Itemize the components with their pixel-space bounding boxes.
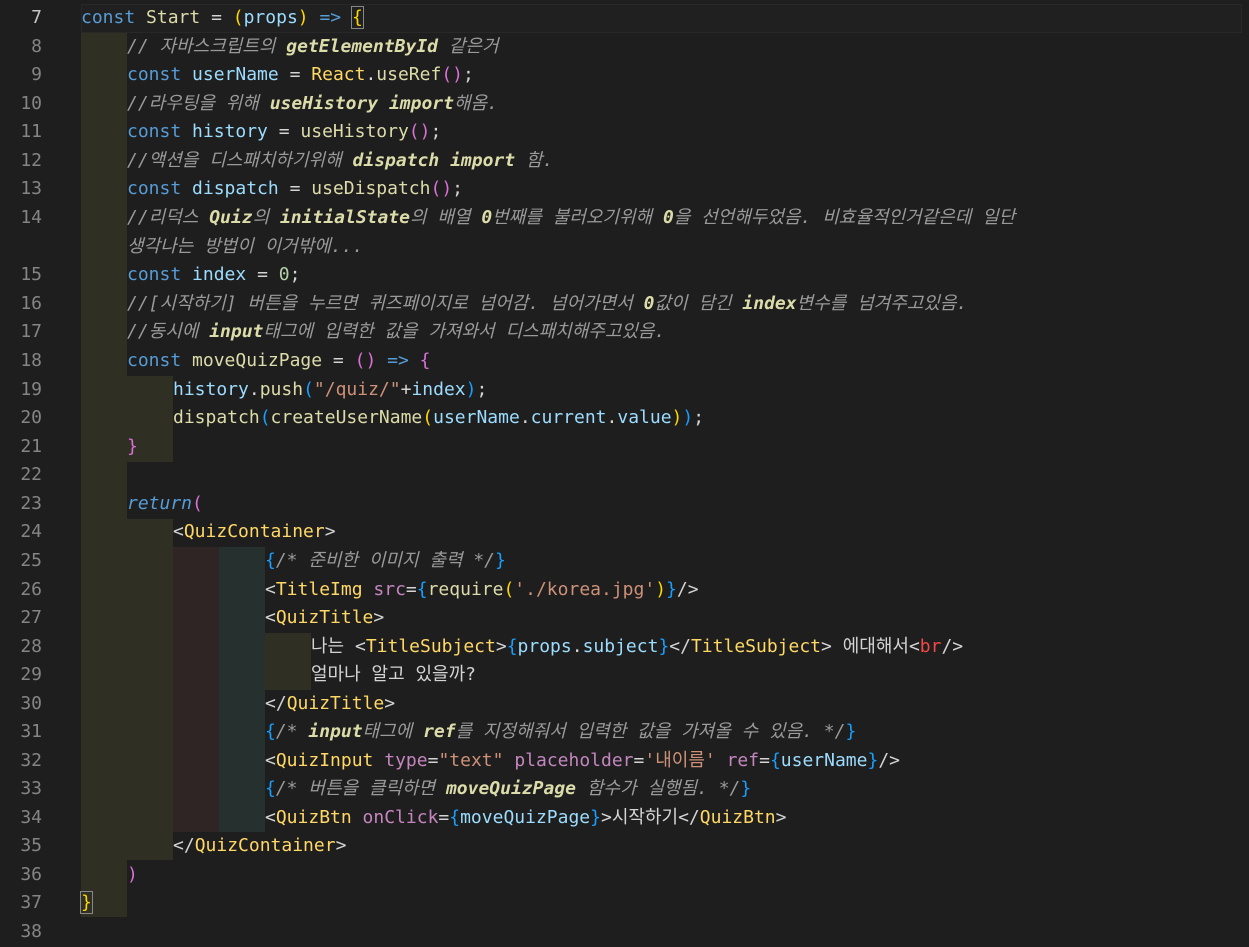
- code-line[interactable]: 10 //라우팅을 위해 useHistory import해옴.: [0, 90, 1249, 119]
- code-text[interactable]: const userName = React.useRef();: [127, 61, 474, 90]
- code-text[interactable]: </QuizContainer>: [173, 832, 346, 861]
- line-number: 18: [20, 350, 42, 371]
- line-number: 36: [20, 864, 42, 885]
- code-text[interactable]: 얼마나 알고 있을까?: [311, 661, 476, 690]
- line-number: 24: [20, 521, 42, 542]
- line-number: 34: [20, 807, 42, 828]
- code-text[interactable]: <QuizContainer>: [173, 518, 336, 547]
- code-line[interactable]: 12 //액션을 디스패치하기위해 dispatch import 함.: [0, 147, 1249, 176]
- line-number: 16: [20, 293, 42, 314]
- code-text[interactable]: //액션을 디스패치하기위해 dispatch import 함.: [127, 147, 553, 176]
- code-line[interactable]: 14 //리덕스 Quiz의 initialState의 배열 0번째를 불러오…: [0, 204, 1249, 233]
- code-text[interactable]: }: [80, 889, 93, 918]
- code-text[interactable]: 나는 <TitleSubject>{props.subject}</TitleS…: [311, 633, 963, 662]
- code-line[interactable]: 7 const Start = (props) => {: [0, 4, 1249, 33]
- line-number: 22: [20, 464, 42, 485]
- code-editor[interactable]: 7 const Start = (props) => { 8 // 자바스크립트…: [0, 0, 1249, 944]
- code-text[interactable]: //동시에 input태그에 입력한 값을 가져와서 디스패치해주고있음.: [127, 318, 665, 347]
- code-line[interactable]: 38: [0, 918, 1249, 947]
- line-number: 38: [20, 921, 42, 942]
- code-line[interactable]: 11 const history = useHistory();: [0, 118, 1249, 147]
- line-number: 17: [20, 321, 42, 342]
- line-number: 15: [20, 264, 42, 285]
- code-line[interactable]: 26 <TitleImg src={require('./korea.jpg')…: [0, 576, 1249, 605]
- line-number: 9: [31, 64, 42, 85]
- code-line[interactable]: 36 ): [0, 861, 1249, 890]
- line-number: 14: [20, 207, 42, 228]
- line-number: 12: [20, 150, 42, 171]
- line-number: 23: [20, 493, 42, 514]
- code-line[interactable]: 30 </QuizTitle>: [0, 690, 1249, 719]
- line-number: 20: [20, 407, 42, 428]
- code-line[interactable]: 33 {/* 버튼을 클릭하면 moveQuizPage 함수가 실행됨. */…: [0, 775, 1249, 804]
- code-text[interactable]: dispatch(createUserName(userName.current…: [173, 404, 704, 433]
- code-text[interactable]: <TitleImg src={require('./korea.jpg')}/>: [265, 576, 699, 605]
- code-line[interactable]: 24 <QuizContainer>: [0, 518, 1249, 547]
- line-number: 7: [31, 7, 42, 28]
- line-number: 32: [20, 750, 42, 771]
- code-line[interactable]: 27 <QuizTitle>: [0, 604, 1249, 633]
- line-number: 13: [20, 178, 42, 199]
- line-number: 33: [20, 778, 42, 799]
- code-line[interactable]: 15 const index = 0;: [0, 261, 1249, 290]
- code-text[interactable]: //[시작하기] 버튼을 누르면 퀴즈페이지로 넘어감. 넘어가면서 0값이 담…: [127, 290, 967, 319]
- code-line[interactable]: 28 나는 <TitleSubject>{props.subject}</Tit…: [0, 633, 1249, 662]
- code-text[interactable]: {/* input태그에 ref를 지정해줘서 입력한 값을 가져올 수 있음.…: [265, 718, 856, 747]
- code-text[interactable]: const index = 0;: [127, 261, 300, 290]
- code-line[interactable]: 34 <QuizBtn onClick={moveQuizPage}>시작하기<…: [0, 804, 1249, 833]
- code-text[interactable]: //리덕스 Quiz의 initialState의 배열 0번째를 불러오기위해…: [127, 204, 1015, 233]
- line-number: 29: [20, 664, 42, 685]
- line-number: 19: [20, 379, 42, 400]
- code-line[interactable]: 8 // 자바스크립트의 getElementById 같은거: [0, 33, 1249, 62]
- code-text[interactable]: <QuizInput type="text" placeholder='내이름'…: [265, 747, 900, 776]
- line-number: 26: [20, 579, 42, 600]
- code-text[interactable]: const Start = (props) => {: [81, 4, 364, 33]
- code-text[interactable]: const history = useHistory();: [127, 118, 441, 147]
- code-line[interactable]: 35 </QuizContainer>: [0, 832, 1249, 861]
- code-text[interactable]: history.push("/quiz/"+index);: [173, 376, 487, 405]
- line-number: 21: [20, 436, 42, 457]
- code-text[interactable]: const dispatch = useDispatch();: [127, 175, 463, 204]
- code-text[interactable]: }: [127, 433, 138, 462]
- code-line[interactable]: 25 {/* 준비한 이미지 출력 */}: [0, 547, 1249, 576]
- code-text[interactable]: ): [127, 861, 138, 890]
- code-line[interactable]: 13 const dispatch = useDispatch();: [0, 175, 1249, 204]
- line-number: 25: [20, 550, 42, 571]
- code-text[interactable]: 생각나는 방법이 이거밖에...: [127, 233, 363, 262]
- code-line[interactable]: 23 return(: [0, 490, 1249, 519]
- code-line[interactable]: 37 }: [0, 889, 1249, 918]
- code-text[interactable]: <QuizTitle>: [265, 604, 384, 633]
- code-line[interactable]: 20 dispatch(createUserName(userName.curr…: [0, 404, 1249, 433]
- code-text[interactable]: <QuizBtn onClick={moveQuizPage}>시작하기</Qu…: [265, 804, 786, 833]
- line-number: 37: [20, 892, 42, 913]
- code-text[interactable]: return(: [127, 490, 203, 519]
- code-line-wrapped[interactable]: 생각나는 방법이 이거밖에...: [0, 233, 1249, 262]
- code-line[interactable]: 32 <QuizInput type="text" placeholder='내…: [0, 747, 1249, 776]
- line-number: 11: [20, 121, 42, 142]
- code-text[interactable]: const moveQuizPage = () => {: [127, 347, 431, 376]
- code-text[interactable]: //라우팅을 위해 useHistory import해옴.: [127, 90, 498, 119]
- code-text[interactable]: {/* 버튼을 클릭하면 moveQuizPage 함수가 실행됨. */}: [265, 775, 751, 804]
- code-line[interactable]: 18 const moveQuizPage = () => {: [0, 347, 1249, 376]
- code-line[interactable]: 31 {/* input태그에 ref를 지정해줘서 입력한 값을 가져올 수 …: [0, 718, 1249, 747]
- line-number: 27: [20, 607, 42, 628]
- code-line[interactable]: 21 }: [0, 433, 1249, 462]
- code-line[interactable]: 16 //[시작하기] 버튼을 누르면 퀴즈페이지로 넘어감. 넘어가면서 0값…: [0, 290, 1249, 319]
- code-text[interactable]: </QuizTitle>: [265, 690, 395, 719]
- code-text[interactable]: // 자바스크립트의 getElementById 같은거: [127, 33, 499, 62]
- line-number: 31: [20, 721, 42, 742]
- code-line[interactable]: 9 const userName = React.useRef();: [0, 61, 1249, 90]
- line-number: 35: [20, 835, 42, 856]
- code-line[interactable]: 22: [0, 461, 1249, 490]
- code-line[interactable]: 19 history.push("/quiz/"+index);: [0, 376, 1249, 405]
- line-number: 30: [20, 693, 42, 714]
- line-number: 8: [31, 36, 42, 57]
- code-line[interactable]: 29 얼마나 알고 있을까?: [0, 661, 1249, 690]
- line-number: 10: [20, 93, 42, 114]
- code-line[interactable]: 17 //동시에 input태그에 입력한 값을 가져와서 디스패치해주고있음.: [0, 318, 1249, 347]
- code-text[interactable]: {/* 준비한 이미지 출력 */}: [265, 547, 506, 576]
- line-number: 28: [20, 636, 42, 657]
